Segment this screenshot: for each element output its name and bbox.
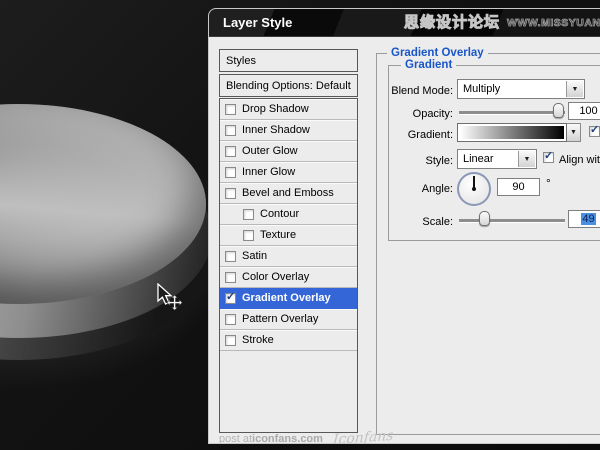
watermark-site-url: WWW.MISSYUAN.COM	[507, 17, 600, 30]
photoshop-canvas: Layer Style 思缘设计论坛 WWW.MISSYUAN.COM Styl…	[0, 0, 600, 450]
style-item-stroke[interactable]: ✓ Stroke	[220, 330, 357, 351]
style-item-drop-shadow[interactable]: ✓ Drop Shadow	[220, 99, 357, 120]
style-item-color-overlay[interactable]: ✓ Color Overlay	[220, 267, 357, 288]
style-item-inner-glow[interactable]: ✓ Inner Glow	[220, 162, 357, 183]
chevron-down-icon[interactable]: ▼	[567, 123, 581, 142]
blending-options-item[interactable]: Blending Options: Default	[219, 74, 358, 97]
inner-shadow-checkbox[interactable]: ✓	[225, 124, 236, 136]
watermark-site-name: 思缘设计论坛	[403, 14, 501, 32]
style-item-contour[interactable]: ✓ Contour	[220, 204, 357, 225]
dialog-title: Layer Style	[223, 15, 293, 30]
satin-checkbox[interactable]: ✓	[225, 250, 236, 262]
move-cursor-icon	[157, 283, 183, 311]
opacity-slider-handle[interactable]	[553, 103, 564, 118]
degree-symbol: °	[546, 176, 551, 190]
style-select[interactable]: Linear ▼	[457, 149, 537, 169]
blend-mode-label: Blend Mode:	[391, 85, 453, 97]
stroke-checkbox[interactable]: ✓	[225, 334, 236, 346]
angle-value-field[interactable]: 90	[497, 178, 540, 196]
layer-style-dialog: Layer Style 思缘设计论坛 WWW.MISSYUAN.COM Styl…	[208, 8, 600, 444]
style-item-inner-shadow[interactable]: ✓ Inner Shadow	[220, 120, 357, 141]
watermark-signature: Iconfans	[332, 427, 394, 444]
style-item-satin[interactable]: ✓ Satin	[220, 246, 357, 267]
chevron-down-icon[interactable]: ▼	[518, 151, 535, 167]
style-label: Style:	[425, 155, 453, 167]
outer-glow-checkbox[interactable]: ✓	[225, 145, 236, 157]
chevron-down-icon[interactable]: ▼	[566, 81, 583, 97]
style-item-texture[interactable]: ✓ Texture	[220, 225, 357, 246]
gradient-label: Gradient:	[407, 129, 453, 141]
angle-dial-center	[472, 187, 476, 191]
scale-slider[interactable]	[459, 219, 565, 223]
gradient-overlay-checkbox[interactable]: ✓	[225, 291, 236, 304]
pattern-overlay-checkbox[interactable]: ✓	[225, 313, 236, 325]
scale-slider-handle[interactable]	[479, 211, 490, 226]
angle-dial[interactable]	[457, 172, 491, 206]
gradient-preview[interactable]	[457, 123, 567, 142]
blend-mode-select[interactable]: Multiply ▼	[457, 79, 585, 99]
scale-value-field[interactable]: 49	[568, 210, 600, 228]
align-with-layer-checkbox[interactable]: ✓	[543, 150, 554, 163]
styles-list: ✓ Drop Shadow ✓ Inner Shadow ✓ Outer Glo…	[219, 98, 358, 433]
subgroup-title: Gradient	[401, 58, 457, 72]
opacity-label: Opacity:	[412, 108, 453, 120]
opacity-slider[interactable]	[459, 111, 565, 115]
reverse-checkbox[interactable]: ✓	[589, 124, 600, 137]
texture-checkbox[interactable]: ✓	[243, 229, 254, 241]
style-item-bevel-emboss[interactable]: ✓ Bevel and Emboss	[220, 183, 357, 204]
style-item-pattern-overlay[interactable]: ✓ Pattern Overlay	[220, 309, 357, 330]
gradient-picker[interactable]: ▼	[457, 123, 581, 142]
angle-label: Angle:	[421, 183, 453, 195]
style-item-outer-glow[interactable]: ✓ Outer Glow	[220, 141, 357, 162]
bevel-emboss-checkbox[interactable]: ✓	[225, 187, 236, 199]
color-overlay-checkbox[interactable]: ✓	[225, 271, 236, 283]
opacity-value-field[interactable]: 100	[568, 102, 600, 120]
styles-header[interactable]: Styles	[219, 49, 358, 72]
bottom-watermark: post at iconfans.com Iconfans	[219, 427, 394, 444]
inner-glow-checkbox[interactable]: ✓	[225, 166, 236, 178]
top-watermark: 思缘设计论坛 WWW.MISSYUAN.COM	[403, 9, 600, 37]
align-with-label: Align with	[559, 154, 600, 166]
style-item-gradient-overlay[interactable]: ✓ Gradient Overlay	[220, 288, 357, 309]
scale-label: Scale:	[422, 216, 453, 228]
drop-shadow-checkbox[interactable]: ✓	[225, 103, 236, 115]
dialog-titlebar[interactable]: Layer Style 思缘设计论坛 WWW.MISSYUAN.COM	[209, 9, 600, 37]
contour-checkbox[interactable]: ✓	[243, 208, 254, 220]
